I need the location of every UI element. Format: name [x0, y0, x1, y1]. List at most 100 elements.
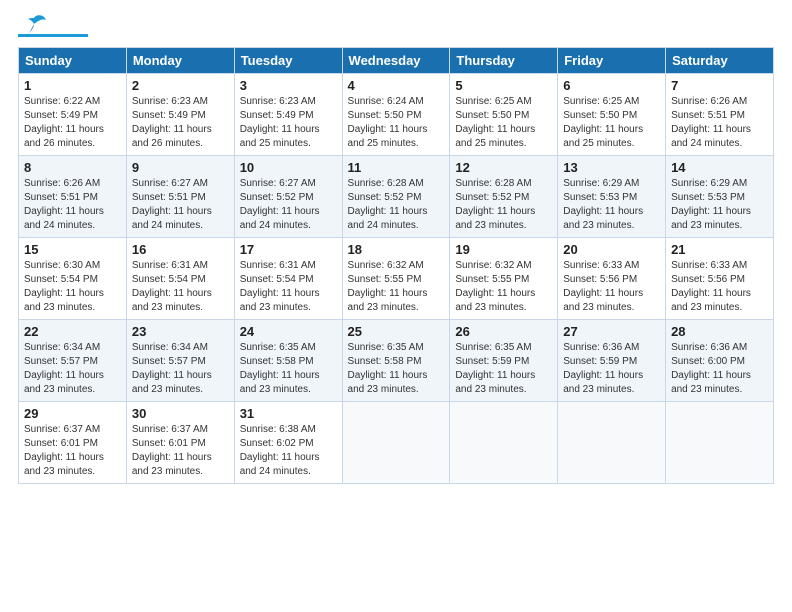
- header-friday: Friday: [558, 48, 666, 74]
- day-cell-19: 19 Sunrise: 6:32 AM Sunset: 5:55 PM Dayli…: [450, 238, 558, 320]
- day-number: 6: [563, 78, 660, 93]
- day-info: Sunrise: 6:36 AM Sunset: 5:59 PM Dayligh…: [563, 341, 660, 397]
- day-number: 1: [24, 78, 121, 93]
- day-info: Sunrise: 6:37 AM Sunset: 6:01 PM Dayligh…: [132, 423, 229, 479]
- empty-cell: [450, 402, 558, 484]
- day-info: Sunrise: 6:32 AM Sunset: 5:55 PM Dayligh…: [348, 259, 445, 315]
- day-info: Sunrise: 6:23 AM Sunset: 5:49 PM Dayligh…: [240, 95, 337, 151]
- day-cell-22: 22 Sunrise: 6:34 AM Sunset: 5:57 PM Dayli…: [19, 320, 127, 402]
- day-info: Sunrise: 6:35 AM Sunset: 5:58 PM Dayligh…: [240, 341, 337, 397]
- header-saturday: Saturday: [666, 48, 774, 74]
- day-number: 30: [132, 406, 229, 421]
- day-number: 28: [671, 324, 768, 339]
- day-number: 16: [132, 242, 229, 257]
- day-info: Sunrise: 6:23 AM Sunset: 5:49 PM Dayligh…: [132, 95, 229, 151]
- day-number: 22: [24, 324, 121, 339]
- day-number: 26: [455, 324, 552, 339]
- day-cell-28: 28 Sunrise: 6:36 AM Sunset: 6:00 PM Dayli…: [666, 320, 774, 402]
- day-cell-13: 13 Sunrise: 6:29 AM Sunset: 5:53 PM Dayli…: [558, 156, 666, 238]
- day-info: Sunrise: 6:29 AM Sunset: 5:53 PM Dayligh…: [563, 177, 660, 233]
- empty-cell: [666, 402, 774, 484]
- day-info: Sunrise: 6:35 AM Sunset: 5:58 PM Dayligh…: [348, 341, 445, 397]
- day-info: Sunrise: 6:27 AM Sunset: 5:51 PM Dayligh…: [132, 177, 229, 233]
- day-cell-30: 30 Sunrise: 6:37 AM Sunset: 6:01 PM Dayli…: [126, 402, 234, 484]
- day-info: Sunrise: 6:28 AM Sunset: 5:52 PM Dayligh…: [455, 177, 552, 233]
- day-cell-12: 12 Sunrise: 6:28 AM Sunset: 5:52 PM Dayli…: [450, 156, 558, 238]
- day-cell-20: 20Sunrise: 6:33 AM Sunset: 5:56 PM Dayli…: [558, 238, 666, 320]
- day-cell-15: 15Sunrise: 6:30 AM Sunset: 5:54 PM Dayli…: [19, 238, 127, 320]
- day-info: Sunrise: 6:27 AM Sunset: 5:52 PM Dayligh…: [240, 177, 337, 233]
- day-info: Sunrise: 6:37 AM Sunset: 6:01 PM Dayligh…: [24, 423, 121, 479]
- header-sunday: Sunday: [19, 48, 127, 74]
- day-info: Sunrise: 6:26 AM Sunset: 5:51 PM Dayligh…: [671, 95, 768, 151]
- day-number: 13: [563, 160, 660, 175]
- day-info: Sunrise: 6:38 AM Sunset: 6:02 PM Dayligh…: [240, 423, 337, 479]
- day-info: Sunrise: 6:25 AM Sunset: 5:50 PM Dayligh…: [455, 95, 552, 151]
- day-info: Sunrise: 6:25 AM Sunset: 5:50 PM Dayligh…: [563, 95, 660, 151]
- header-tuesday: Tuesday: [234, 48, 342, 74]
- day-number: 7: [671, 78, 768, 93]
- day-cell-6: 6 Sunrise: 6:25 AM Sunset: 5:50 PM Daylig…: [558, 74, 666, 156]
- day-info: Sunrise: 6:36 AM Sunset: 6:00 PM Dayligh…: [671, 341, 768, 397]
- logo-underline: [18, 34, 88, 37]
- day-cell-26: 26 Sunrise: 6:35 AM Sunset: 5:59 PM Dayli…: [450, 320, 558, 402]
- day-cell-8: 8 Sunrise: 6:26 AM Sunset: 5:51 PM Daylig…: [19, 156, 127, 238]
- page: SundayMondayTuesdayWednesdayThursdayFrid…: [0, 0, 792, 612]
- day-info: Sunrise: 6:32 AM Sunset: 5:55 PM Dayligh…: [455, 259, 552, 315]
- day-number: 15: [24, 242, 121, 257]
- day-cell-21: 21 Sunrise: 6:33 AM Sunset: 5:56 PM Dayli…: [666, 238, 774, 320]
- calendar-table: SundayMondayTuesdayWednesdayThursdayFrid…: [18, 47, 774, 484]
- day-number: 31: [240, 406, 337, 421]
- logo-bird-icon: [20, 14, 48, 36]
- day-cell-1: 1 Sunrise: 6:22 AM Sunset: 5:49 PM Daylig…: [19, 74, 127, 156]
- day-cell-29: 29 Sunrise: 6:37 AM Sunset: 6:01 PM Dayli…: [19, 402, 127, 484]
- week-row-5: 29 Sunrise: 6:37 AM Sunset: 6:01 PM Dayli…: [19, 402, 774, 484]
- day-cell-27: 27 Sunrise: 6:36 AM Sunset: 5:59 PM Dayli…: [558, 320, 666, 402]
- day-number: 11: [348, 160, 445, 175]
- header-thursday: Thursday: [450, 48, 558, 74]
- day-info: Sunrise: 6:26 AM Sunset: 5:51 PM Dayligh…: [24, 177, 121, 233]
- day-number: 4: [348, 78, 445, 93]
- day-cell-23: 23 Sunrise: 6:34 AM Sunset: 5:57 PM Dayli…: [126, 320, 234, 402]
- day-number: 5: [455, 78, 552, 93]
- day-cell-31: 31 Sunrise: 6:38 AM Sunset: 6:02 PM Dayli…: [234, 402, 342, 484]
- day-info: Sunrise: 6:34 AM Sunset: 5:57 PM Dayligh…: [24, 341, 121, 397]
- day-number: 12: [455, 160, 552, 175]
- day-cell-17: 17 Sunrise: 6:31 AM Sunset: 5:54 PM Dayli…: [234, 238, 342, 320]
- day-info: Sunrise: 6:31 AM Sunset: 5:54 PM Dayligh…: [240, 259, 337, 315]
- empty-cell: [342, 402, 450, 484]
- week-row-1: 1 Sunrise: 6:22 AM Sunset: 5:49 PM Daylig…: [19, 74, 774, 156]
- day-cell-7: 7 Sunrise: 6:26 AM Sunset: 5:51 PM Daylig…: [666, 74, 774, 156]
- day-cell-18: 18 Sunrise: 6:32 AM Sunset: 5:55 PM Dayli…: [342, 238, 450, 320]
- day-cell-9: 9Sunrise: 6:27 AM Sunset: 5:51 PM Daylig…: [126, 156, 234, 238]
- day-number: 29: [24, 406, 121, 421]
- day-cell-11: 11 Sunrise: 6:28 AM Sunset: 5:52 PM Dayli…: [342, 156, 450, 238]
- day-cell-5: 5 Sunrise: 6:25 AM Sunset: 5:50 PM Daylig…: [450, 74, 558, 156]
- day-info: Sunrise: 6:29 AM Sunset: 5:53 PM Dayligh…: [671, 177, 768, 233]
- day-number: 17: [240, 242, 337, 257]
- calendar-header-row: SundayMondayTuesdayWednesdayThursdayFrid…: [19, 48, 774, 74]
- day-info: Sunrise: 6:35 AM Sunset: 5:59 PM Dayligh…: [455, 341, 552, 397]
- day-number: 27: [563, 324, 660, 339]
- day-info: Sunrise: 6:34 AM Sunset: 5:57 PM Dayligh…: [132, 341, 229, 397]
- day-number: 21: [671, 242, 768, 257]
- day-info: Sunrise: 6:33 AM Sunset: 5:56 PM Dayligh…: [671, 259, 768, 315]
- day-cell-3: 3 Sunrise: 6:23 AM Sunset: 5:49 PM Daylig…: [234, 74, 342, 156]
- day-cell-4: 4Sunrise: 6:24 AM Sunset: 5:50 PM Daylig…: [342, 74, 450, 156]
- day-number: 23: [132, 324, 229, 339]
- day-number: 3: [240, 78, 337, 93]
- day-info: Sunrise: 6:22 AM Sunset: 5:49 PM Dayligh…: [24, 95, 121, 151]
- day-cell-24: 24Sunrise: 6:35 AM Sunset: 5:58 PM Dayli…: [234, 320, 342, 402]
- day-number: 8: [24, 160, 121, 175]
- day-cell-10: 10Sunrise: 6:27 AM Sunset: 5:52 PM Dayli…: [234, 156, 342, 238]
- day-number: 14: [671, 160, 768, 175]
- day-number: 19: [455, 242, 552, 257]
- day-cell-16: 16Sunrise: 6:31 AM Sunset: 5:54 PM Dayli…: [126, 238, 234, 320]
- day-info: Sunrise: 6:28 AM Sunset: 5:52 PM Dayligh…: [348, 177, 445, 233]
- header-wednesday: Wednesday: [342, 48, 450, 74]
- week-row-4: 22 Sunrise: 6:34 AM Sunset: 5:57 PM Dayli…: [19, 320, 774, 402]
- day-cell-2: 2Sunrise: 6:23 AM Sunset: 5:49 PM Daylig…: [126, 74, 234, 156]
- week-row-2: 8 Sunrise: 6:26 AM Sunset: 5:51 PM Daylig…: [19, 156, 774, 238]
- day-number: 18: [348, 242, 445, 257]
- logo: [18, 18, 88, 37]
